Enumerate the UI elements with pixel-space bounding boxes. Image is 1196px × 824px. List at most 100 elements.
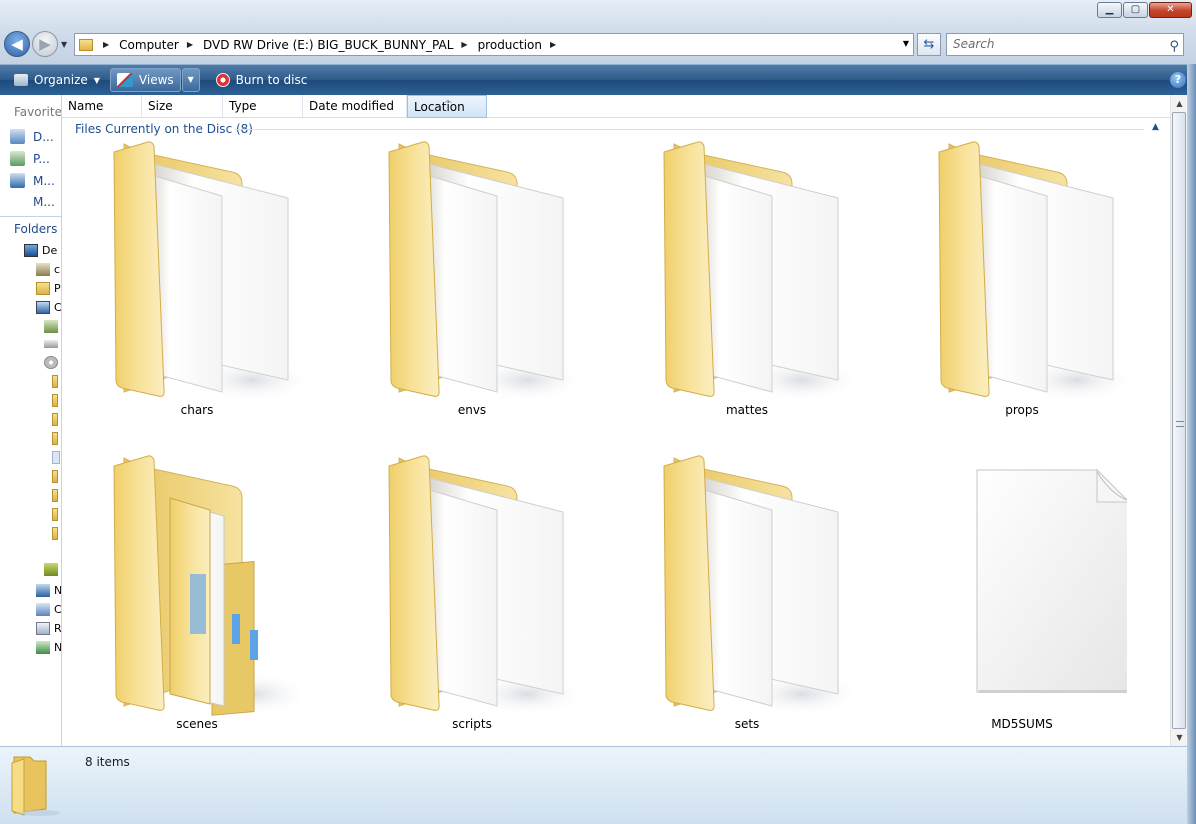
group-header[interactable]: Files Currently on the Disc (8) [75, 122, 253, 136]
burn-label: Burn to disc [235, 73, 308, 87]
column-header-date-modified[interactable]: Date modified [303, 95, 407, 118]
tree-item-dvd-drive[interactable] [44, 356, 61, 369]
folders-label: Folders [14, 222, 58, 236]
chevron-right-icon[interactable]: ▶ [457, 40, 473, 49]
scroll-thumb[interactable] [1172, 112, 1186, 729]
tree-folder[interactable] [52, 375, 61, 388]
tree-folder[interactable] [52, 394, 61, 407]
favorite-link-pictures[interactable]: P... [10, 151, 50, 166]
views-icon [116, 73, 133, 87]
folder-item[interactable]: scripts [367, 454, 577, 746]
folder-icon [938, 141, 1127, 402]
folder-item[interactable]: sets [642, 454, 852, 746]
folder-icon [52, 451, 60, 464]
item-label: MD5SUMS [991, 717, 1053, 731]
column-header-size[interactable]: Size [142, 95, 223, 118]
chevron-right-icon[interactable]: ▶ [546, 40, 562, 49]
tree-folder[interactable] [52, 508, 61, 521]
tree-folder[interactable] [52, 413, 61, 426]
dvd-icon [44, 356, 58, 369]
tree-item-user[interactable]: c [36, 263, 60, 276]
folder-icon [52, 394, 58, 407]
favorite-link-documents[interactable]: D... [10, 129, 54, 144]
tree-item-local-disk[interactable] [44, 320, 61, 333]
favorite-link-music[interactable]: M... [10, 173, 55, 188]
collapse-group-icon[interactable]: ▲ [1152, 122, 1159, 132]
chevron-right-icon[interactable]: ▶ [183, 40, 199, 49]
address-bar[interactable]: ▶ Computer ▶ DVD RW Drive (E:) BIG_BUCK_… [74, 33, 914, 56]
folder-item[interactable]: scenes [92, 454, 302, 746]
folder-icon [663, 455, 852, 716]
column-header-location[interactable]: ︿ Location [407, 95, 487, 118]
tree-item-network[interactable]: N [36, 584, 62, 597]
item-count: 8 items [85, 755, 130, 769]
tree-folder[interactable] [52, 432, 61, 445]
favorite-link-more[interactable]: M... [33, 195, 55, 209]
back-button[interactable]: ◀ [4, 31, 30, 57]
forward-button[interactable]: ▶ [32, 31, 58, 57]
tree-item-public[interactable]: P [36, 282, 61, 295]
recycle-bin-icon [36, 622, 50, 635]
scroll-down-button[interactable]: ▼ [1171, 729, 1188, 746]
folder-icon [52, 413, 58, 426]
tree-item-control-panel[interactable]: C [36, 603, 61, 616]
burn-to-disc-button[interactable]: Burn to disc [210, 68, 314, 92]
home-icon [36, 641, 50, 654]
column-headers: Name Size Type Date modified ︿ Location [62, 95, 1170, 118]
file-item[interactable]: MD5SUMS [917, 454, 1127, 746]
breadcrumb-production[interactable]: production [474, 34, 546, 55]
tree-item-removable[interactable] [44, 340, 61, 348]
help-button[interactable]: ? [1170, 72, 1186, 88]
folder-icon [52, 432, 58, 445]
folder-icon [52, 508, 58, 521]
address-dropdown[interactable]: ▼ [903, 39, 909, 48]
tree-folder-selected[interactable] [52, 451, 61, 464]
folder-icon [36, 282, 50, 295]
folder-icon [113, 141, 302, 402]
vertical-scrollbar[interactable]: ▲ ▼ [1170, 95, 1187, 746]
column-header-type[interactable]: Type [223, 95, 303, 118]
documents-icon [10, 129, 25, 144]
tree-item-recycle-bin[interactable]: R [36, 622, 61, 635]
breadcrumb-dvd-drive[interactable]: DVD RW Drive (E:) BIG_BUCK_BUNNY_PAL [199, 34, 457, 55]
column-header-name[interactable]: Name [62, 95, 142, 118]
folder-item[interactable]: envs [367, 140, 577, 440]
minimize-button[interactable]: ▁ [1097, 2, 1122, 18]
folder-item[interactable]: props [917, 140, 1127, 440]
recent-pages-dropdown[interactable]: ▼ [61, 40, 67, 49]
favorite-link-label: M... [33, 173, 55, 188]
sort-ascending-icon: ︿ [444, 95, 452, 104]
command-bar: Organize ▼ Views ▼ Burn to disc ? [0, 64, 1196, 95]
column-header-label: Type [229, 99, 257, 113]
tree-item-label: De [42, 244, 58, 257]
tree-item-home[interactable]: N [36, 641, 61, 654]
search-icon[interactable]: ⚲ [1169, 36, 1179, 57]
folder-item[interactable]: mattes [642, 140, 852, 440]
search-input[interactable]: Search ⚲ [946, 33, 1184, 56]
refresh-button[interactable]: ⇆ [917, 33, 941, 56]
item-label: sets [734, 717, 760, 731]
views-button[interactable]: Views [109, 68, 181, 92]
tree-folder[interactable] [52, 470, 61, 483]
organize-button[interactable]: Organize ▼ [8, 68, 106, 92]
tree-item-label: N [54, 584, 62, 597]
folder-icon [79, 38, 93, 51]
column-header-label: Name [68, 99, 104, 113]
maximize-button[interactable]: ▢ [1123, 2, 1148, 18]
explorer-window: ▁ ▢ ✕ ◀ ▶ ▼ ▶ Computer ▶ DVD RW Drive (E… [0, 0, 1196, 824]
folder-item[interactable]: chars [92, 140, 302, 440]
close-button[interactable]: ✕ [1149, 2, 1192, 18]
tree-folder[interactable] [52, 489, 61, 502]
tree-item-computer[interactable]: C [36, 301, 61, 314]
tree-item-desktop[interactable]: De [24, 244, 57, 257]
tree-item-shared[interactable] [44, 563, 61, 576]
navigation-buttons: ◀ ▶ ▼ [4, 31, 67, 57]
shared-folder-icon [44, 563, 58, 576]
tree-folder[interactable] [52, 527, 61, 540]
folders-toggle[interactable]: Folders [0, 216, 61, 240]
music-icon [10, 173, 25, 188]
scroll-up-button[interactable]: ▲ [1171, 95, 1188, 112]
breadcrumb-computer[interactable]: Computer [115, 34, 183, 55]
chevron-right-icon[interactable]: ▶ [99, 40, 115, 49]
views-dropdown[interactable]: ▼ [181, 68, 200, 92]
